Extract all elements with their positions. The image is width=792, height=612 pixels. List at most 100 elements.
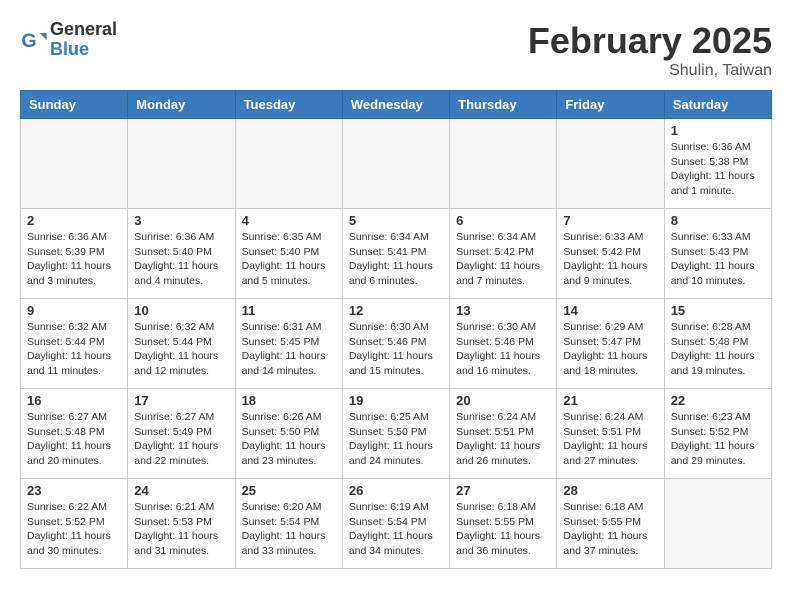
calendar-cell <box>342 119 449 209</box>
month-title: February 2025 <box>528 20 772 62</box>
calendar-cell <box>128 119 235 209</box>
day-number: 4 <box>242 213 336 228</box>
calendar-cell: 16 Sunrise: 6:27 AMSunset: 5:48 PMDayligh… <box>21 389 128 479</box>
day-info: Sunrise: 6:20 AMSunset: 5:54 PMDaylight:… <box>242 500 336 559</box>
day-info: Sunrise: 6:22 AMSunset: 5:52 PMDaylight:… <box>27 500 121 559</box>
day-info: Sunrise: 6:30 AMSunset: 5:46 PMDaylight:… <box>456 320 550 379</box>
day-number: 10 <box>134 303 228 318</box>
calendar-cell: 26 Sunrise: 6:19 AMSunset: 5:54 PMDayligh… <box>342 479 449 569</box>
weekday-header-friday: Friday <box>557 91 664 119</box>
logo-general: General <box>50 19 117 39</box>
calendar-cell <box>235 119 342 209</box>
day-info: Sunrise: 6:25 AMSunset: 5:50 PMDaylight:… <box>349 410 443 469</box>
day-info: Sunrise: 6:27 AMSunset: 5:49 PMDaylight:… <box>134 410 228 469</box>
day-number: 8 <box>671 213 765 228</box>
day-number: 18 <box>242 393 336 408</box>
calendar-cell: 10 Sunrise: 6:32 AMSunset: 5:44 PMDayligh… <box>128 299 235 389</box>
calendar-cell: 7 Sunrise: 6:33 AMSunset: 5:42 PMDaylight… <box>557 209 664 299</box>
calendar-cell: 24 Sunrise: 6:21 AMSunset: 5:53 PMDayligh… <box>128 479 235 569</box>
calendar-cell: 5 Sunrise: 6:34 AMSunset: 5:41 PMDaylight… <box>342 209 449 299</box>
calendar-cell: 8 Sunrise: 6:33 AMSunset: 5:43 PMDaylight… <box>664 209 771 299</box>
day-number: 14 <box>563 303 657 318</box>
day-info: Sunrise: 6:19 AMSunset: 5:54 PMDaylight:… <box>349 500 443 559</box>
calendar-cell: 9Sunrise: 6:32 AMSunset: 5:44 PMDaylight… <box>21 299 128 389</box>
week-row-4: 23 Sunrise: 6:22 AMSunset: 5:52 PMDayligh… <box>21 479 772 569</box>
calendar-cell: 15 Sunrise: 6:28 AMSunset: 5:48 PMDayligh… <box>664 299 771 389</box>
day-info: Sunrise: 6:36 AMSunset: 5:39 PMDaylight:… <box>27 230 121 289</box>
calendar-body: 1Sunrise: 6:36 AMSunset: 5:38 PMDaylight… <box>21 119 772 569</box>
weekday-header-wednesday: Wednesday <box>342 91 449 119</box>
calendar-cell <box>21 119 128 209</box>
weekday-header-sunday: Sunday <box>21 91 128 119</box>
day-number: 19 <box>349 393 443 408</box>
title-area: February 2025 Shulin, Taiwan <box>528 20 772 80</box>
day-info: Sunrise: 6:26 AMSunset: 5:50 PMDaylight:… <box>242 410 336 469</box>
calendar-cell <box>664 479 771 569</box>
calendar-cell: 18 Sunrise: 6:26 AMSunset: 5:50 PMDayligh… <box>235 389 342 479</box>
day-info: Sunrise: 6:34 AMSunset: 5:42 PMDaylight:… <box>456 230 550 289</box>
day-info: Sunrise: 6:18 AMSunset: 5:55 PMDaylight:… <box>456 500 550 559</box>
calendar-cell <box>557 119 664 209</box>
day-info: Sunrise: 6:36 AMSunset: 5:38 PMDaylight:… <box>671 140 765 199</box>
logo-icon: G <box>20 26 48 54</box>
calendar-cell: 2Sunrise: 6:36 AMSunset: 5:39 PMDaylight… <box>21 209 128 299</box>
day-number: 17 <box>134 393 228 408</box>
day-number: 6 <box>456 213 550 228</box>
calendar-cell: 27 Sunrise: 6:18 AMSunset: 5:55 PMDayligh… <box>450 479 557 569</box>
day-info: Sunrise: 6:21 AMSunset: 5:53 PMDaylight:… <box>134 500 228 559</box>
day-number: 5 <box>349 213 443 228</box>
calendar-cell: 12Sunrise: 6:30 AMSunset: 5:46 PMDayligh… <box>342 299 449 389</box>
day-number: 11 <box>242 303 336 318</box>
calendar-cell: 28 Sunrise: 6:18 AMSunset: 5:55 PMDayligh… <box>557 479 664 569</box>
day-number: 15 <box>671 303 765 318</box>
calendar-cell: 19 Sunrise: 6:25 AMSunset: 5:50 PMDayligh… <box>342 389 449 479</box>
day-info: Sunrise: 6:31 AMSunset: 5:45 PMDaylight:… <box>242 320 336 379</box>
day-number: 23 <box>27 483 121 498</box>
weekday-header-monday: Monday <box>128 91 235 119</box>
calendar-cell: 13Sunrise: 6:30 AMSunset: 5:46 PMDayligh… <box>450 299 557 389</box>
day-info: Sunrise: 6:35 AMSunset: 5:40 PMDaylight:… <box>242 230 336 289</box>
calendar-cell: 1Sunrise: 6:36 AMSunset: 5:38 PMDaylight… <box>664 119 771 209</box>
calendar-cell: 4 Sunrise: 6:35 AMSunset: 5:40 PMDaylight… <box>235 209 342 299</box>
svg-text:G: G <box>21 30 36 52</box>
calendar-cell: 23 Sunrise: 6:22 AMSunset: 5:52 PMDayligh… <box>21 479 128 569</box>
weekday-header-tuesday: Tuesday <box>235 91 342 119</box>
calendar-cell: 17 Sunrise: 6:27 AMSunset: 5:49 PMDayligh… <box>128 389 235 479</box>
logo-blue: Blue <box>50 39 89 59</box>
day-info: Sunrise: 6:29 AMSunset: 5:47 PMDaylight:… <box>563 320 657 379</box>
calendar-cell: 22Sunrise: 6:23 AMSunset: 5:52 PMDayligh… <box>664 389 771 479</box>
day-info: Sunrise: 6:32 AMSunset: 5:44 PMDaylight:… <box>134 320 228 379</box>
weekday-header-row: SundayMondayTuesdayWednesdayThursdayFrid… <box>21 91 772 119</box>
day-info: Sunrise: 6:33 AMSunset: 5:43 PMDaylight:… <box>671 230 765 289</box>
calendar-cell: 11 Sunrise: 6:31 AMSunset: 5:45 PMDayligh… <box>235 299 342 389</box>
day-info: Sunrise: 6:24 AMSunset: 5:51 PMDaylight:… <box>563 410 657 469</box>
day-number: 26 <box>349 483 443 498</box>
week-row-0: 1Sunrise: 6:36 AMSunset: 5:38 PMDaylight… <box>21 119 772 209</box>
day-info: Sunrise: 6:32 AMSunset: 5:44 PMDaylight:… <box>27 320 121 379</box>
calendar-cell: 3 Sunrise: 6:36 AMSunset: 5:40 PMDaylight… <box>128 209 235 299</box>
day-number: 16 <box>27 393 121 408</box>
day-info: Sunrise: 6:27 AMSunset: 5:48 PMDaylight:… <box>27 410 121 469</box>
day-number: 27 <box>456 483 550 498</box>
weekday-header-saturday: Saturday <box>664 91 771 119</box>
day-number: 12 <box>349 303 443 318</box>
day-number: 22 <box>671 393 765 408</box>
day-info: Sunrise: 6:28 AMSunset: 5:48 PMDaylight:… <box>671 320 765 379</box>
calendar-cell: 25Sunrise: 6:20 AMSunset: 5:54 PMDayligh… <box>235 479 342 569</box>
page-header: G General Blue February 2025 Shulin, Tai… <box>20 20 772 80</box>
day-number: 28 <box>563 483 657 498</box>
day-number: 7 <box>563 213 657 228</box>
calendar-cell: 21 Sunrise: 6:24 AMSunset: 5:51 PMDayligh… <box>557 389 664 479</box>
week-row-2: 9Sunrise: 6:32 AMSunset: 5:44 PMDaylight… <box>21 299 772 389</box>
day-number: 24 <box>134 483 228 498</box>
day-info: Sunrise: 6:33 AMSunset: 5:42 PMDaylight:… <box>563 230 657 289</box>
day-number: 21 <box>563 393 657 408</box>
day-info: Sunrise: 6:18 AMSunset: 5:55 PMDaylight:… <box>563 500 657 559</box>
calendar-cell: 14 Sunrise: 6:29 AMSunset: 5:47 PMDayligh… <box>557 299 664 389</box>
day-info: Sunrise: 6:34 AMSunset: 5:41 PMDaylight:… <box>349 230 443 289</box>
day-number: 20 <box>456 393 550 408</box>
calendar-cell <box>450 119 557 209</box>
day-number: 3 <box>134 213 228 228</box>
day-info: Sunrise: 6:24 AMSunset: 5:51 PMDaylight:… <box>456 410 550 469</box>
day-info: Sunrise: 6:36 AMSunset: 5:40 PMDaylight:… <box>134 230 228 289</box>
